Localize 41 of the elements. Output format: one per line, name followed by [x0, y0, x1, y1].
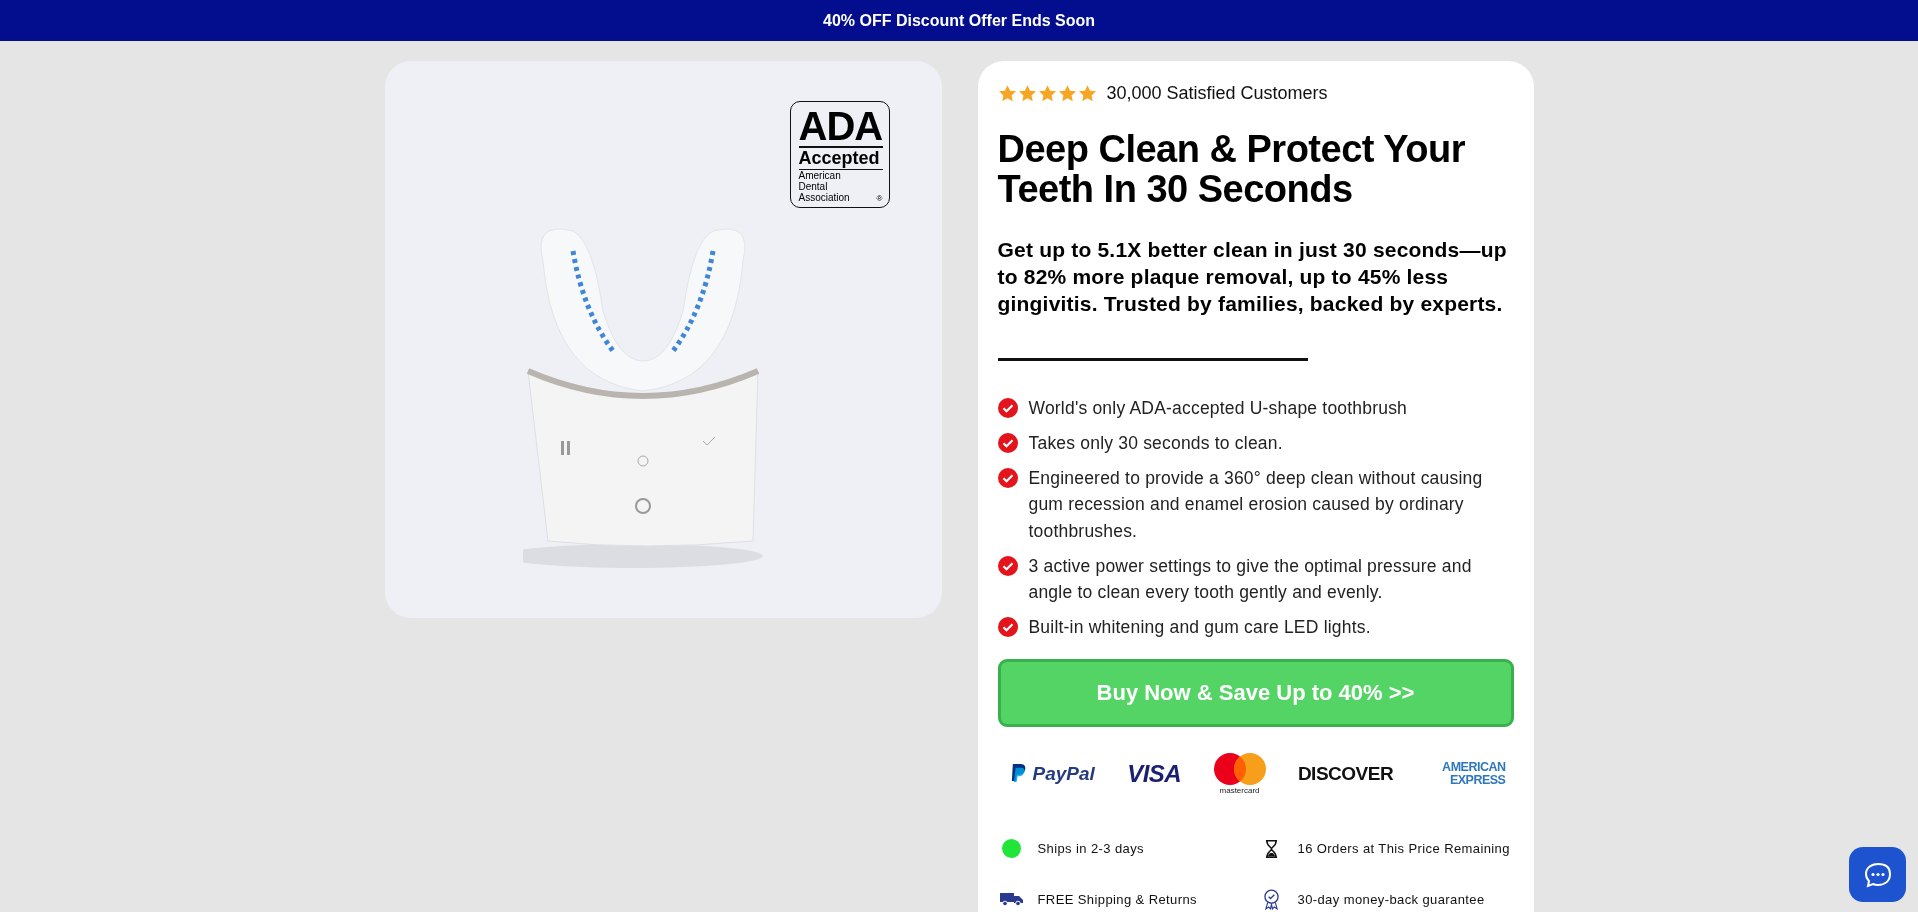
feature-text: FREE Shipping & Returns: [1037, 891, 1197, 907]
check-icon: [997, 397, 1018, 418]
mastercard-logo-text: mastercard: [1219, 785, 1260, 795]
chat-button[interactable]: [1849, 847, 1906, 902]
subheadline: Get up to 5.1X better clean in just 30 seconds—up to 82% more plaque removal, up to 45% less gingivitis. Trusted by families, backed by experts.: [997, 236, 1508, 318]
benefit-text: World's only ADA-accepted U-shape toothbrush: [1028, 396, 1408, 420]
benefit-text: Built-in whitening and gum care LED lights.: [1028, 616, 1371, 640]
benefit-text: Takes only 30 seconds to clean.: [1028, 431, 1283, 455]
benefit-text: Engineered to provide a 360° deep clean without causing gum recession and enamel erosion caused by ordinary toothbrushes.: [1028, 467, 1484, 543]
mastercard-circles-icon: [1213, 752, 1266, 785]
headline: Deep Clean & Protect Your Teeth In 30 Seconds: [997, 130, 1467, 210]
check-icon: [997, 617, 1018, 638]
ada-mark-text: ADA: [798, 106, 883, 148]
paypal-p-icon: [1009, 763, 1027, 785]
promo-text: 40% OFF Discount Offer Ends Soon: [823, 11, 1095, 30]
truck-icon: [999, 892, 1024, 907]
check-icon: [997, 432, 1018, 453]
visa-logo-text: VISA: [1127, 759, 1182, 788]
star-icon: [1037, 84, 1057, 103]
customer-count: 30,000 Satisfied Customers: [1106, 83, 1328, 104]
amex-logo-text: AMERICAN EXPRESS: [1441, 760, 1506, 787]
feature-text: Ships in 2-3 days: [1037, 841, 1145, 857]
star-icon: [1077, 84, 1097, 103]
check-icon: [997, 468, 1018, 489]
feature-text: 16 Orders at This Price Remaining: [1297, 841, 1510, 857]
star-icon: [997, 84, 1017, 103]
check-icon: [997, 555, 1018, 576]
ada-status-text: Accepted: [798, 148, 883, 170]
discover-logo-text: DISCOVER: [1297, 762, 1394, 785]
award-ribbon-icon: [1264, 888, 1279, 910]
feature-text: 30-day money-back guarantee: [1297, 891, 1485, 907]
registered-mark: ®: [876, 193, 883, 203]
status-dot-icon: [1002, 839, 1021, 859]
star-icon: [1057, 84, 1077, 103]
paypal-logo-text: PayPal: [1032, 762, 1095, 785]
benefit-text: 3 active power settings to give the optimal pressure and angle to clean every tooth gently and evenly.: [1028, 554, 1473, 605]
chat-bubble-icon: [1863, 861, 1892, 888]
star-icon: [1017, 84, 1037, 103]
buy-now-button[interactable]: Buy Now & Save Up to 40% >>: [997, 658, 1514, 727]
hourglass-icon: [1265, 838, 1278, 859]
ada-org-text: American Dental Association: [798, 169, 851, 203]
